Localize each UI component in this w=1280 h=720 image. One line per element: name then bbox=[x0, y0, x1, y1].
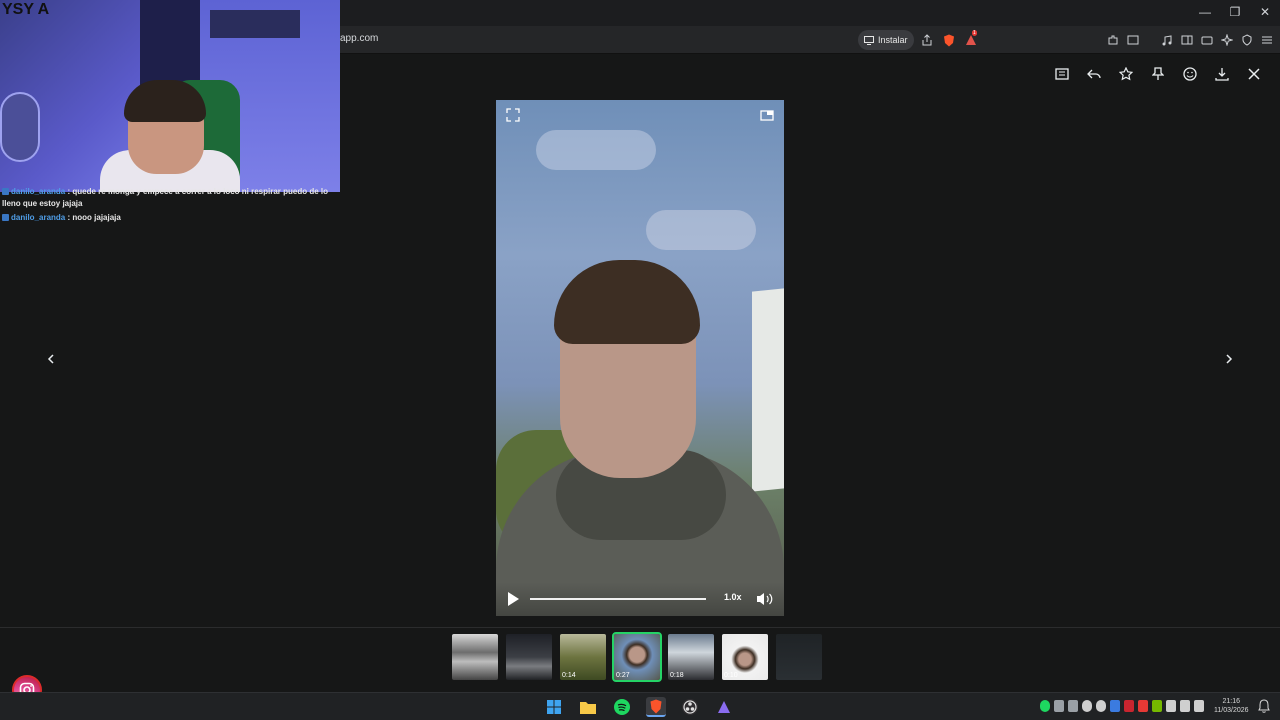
media-thumbnails: 0:14 0:27 0:18 0:10 bbox=[452, 632, 822, 682]
next-media-button[interactable] bbox=[1218, 348, 1240, 370]
playback-speed-button[interactable]: 1.0x bbox=[724, 592, 742, 602]
tray-icon[interactable] bbox=[1054, 700, 1064, 712]
brave-browser-icon[interactable] bbox=[646, 697, 666, 717]
video-duration: 0:27 bbox=[616, 672, 630, 679]
tray-icon[interactable] bbox=[1110, 700, 1120, 712]
media-thumbnail[interactable] bbox=[506, 634, 552, 680]
previous-media-button[interactable] bbox=[40, 348, 62, 370]
spotify-icon[interactable] bbox=[612, 697, 632, 717]
leo-ai-icon[interactable] bbox=[1220, 30, 1234, 50]
media-thumbnail[interactable] bbox=[776, 634, 822, 680]
brave-rewards-icon[interactable]: 1 bbox=[964, 30, 978, 50]
monitor-icon bbox=[864, 35, 874, 45]
chat-username: danilo_aranda bbox=[11, 187, 66, 196]
webcam-overlay: YSY A bbox=[0, 0, 340, 192]
windows-taskbar: 21:16 11/03/2026 bbox=[0, 692, 1280, 720]
pin-icon[interactable] bbox=[1148, 64, 1168, 84]
media-thumbnail-active[interactable]: 0:27 bbox=[612, 632, 662, 682]
video-player[interactable]: 1.0x bbox=[496, 100, 784, 616]
windows-start-icon[interactable] bbox=[544, 697, 564, 717]
video-duration: 0:14 bbox=[562, 672, 576, 679]
picture-in-picture-icon[interactable] bbox=[760, 108, 774, 122]
share-icon[interactable] bbox=[920, 30, 934, 50]
media-thumbnail[interactable]: 0:18 bbox=[668, 634, 714, 680]
menu-icon[interactable] bbox=[1260, 30, 1274, 50]
video-duration: 0:10 bbox=[724, 672, 738, 679]
battery-icon[interactable] bbox=[1194, 700, 1204, 712]
wallet-icon[interactable] bbox=[1200, 30, 1214, 50]
reply-icon[interactable] bbox=[1084, 64, 1104, 84]
tray-icon[interactable] bbox=[1124, 700, 1134, 712]
restore-icon[interactable]: ❐ bbox=[1226, 3, 1244, 21]
chat-badge-icon bbox=[2, 188, 9, 195]
clock-time: 21:16 bbox=[1222, 698, 1241, 705]
notifications-icon[interactable] bbox=[1258, 699, 1270, 713]
taskbar-clock[interactable]: 21:16 11/03/2026 bbox=[1214, 697, 1249, 715]
chevron-left-icon bbox=[47, 354, 54, 364]
app-icon[interactable] bbox=[714, 697, 734, 717]
stream-chat: danilo_aranda : quede re monga y empece … bbox=[2, 186, 332, 224]
message-icon[interactable] bbox=[1052, 64, 1072, 84]
tray-icon[interactable] bbox=[1152, 700, 1162, 712]
chat-message: danilo_aranda : quede re monga y empece … bbox=[2, 186, 332, 210]
chat-badge-icon bbox=[2, 214, 9, 221]
tray-discord-icon[interactable] bbox=[1068, 700, 1078, 712]
fan-decor bbox=[0, 92, 40, 162]
install-button[interactable]: Instalar bbox=[858, 30, 914, 50]
tray-icon[interactable] bbox=[1138, 700, 1148, 712]
chat-message: danilo_aranda : nooo jajajaja bbox=[2, 212, 332, 224]
divider bbox=[0, 627, 1280, 628]
tab-search-icon[interactable] bbox=[1126, 30, 1140, 50]
notification-badge: 1 bbox=[972, 30, 977, 36]
brave-shield-icon[interactable] bbox=[942, 30, 956, 50]
video-controls: 1.0x bbox=[496, 582, 784, 616]
vpn-icon[interactable] bbox=[1240, 30, 1254, 50]
chat-username: danilo_aranda bbox=[11, 213, 66, 222]
chevron-right-icon bbox=[1226, 354, 1233, 364]
minimize-icon[interactable]: — bbox=[1196, 3, 1214, 21]
media-thumbnail[interactable]: 0:10 bbox=[722, 634, 768, 680]
obs-icon[interactable] bbox=[680, 697, 700, 717]
play-icon bbox=[508, 592, 519, 606]
media-thumbnail[interactable]: 0:14 bbox=[560, 634, 606, 680]
fullscreen-icon[interactable] bbox=[506, 108, 520, 122]
play-button[interactable] bbox=[506, 591, 520, 607]
tray-spotify-icon[interactable] bbox=[1040, 700, 1050, 712]
sidebar-icon[interactable] bbox=[1180, 30, 1194, 50]
close-window-icon[interactable]: ✕ bbox=[1256, 3, 1274, 21]
music-icon[interactable] bbox=[1160, 30, 1174, 50]
video-progress-bar[interactable] bbox=[530, 598, 706, 600]
system-tray bbox=[1040, 700, 1204, 712]
chat-text: : nooo jajajaja bbox=[67, 213, 121, 222]
media-thumbnail[interactable] bbox=[452, 634, 498, 680]
clock-date: 11/03/2026 bbox=[1214, 707, 1249, 714]
tray-icon[interactable] bbox=[1096, 700, 1106, 712]
video-duration: 0:18 bbox=[670, 672, 684, 679]
screen: — ❐ ✕ app.com Instalar 1 YSY A danilo_ar… bbox=[0, 0, 1280, 720]
extensions-icon[interactable] bbox=[1106, 30, 1120, 50]
network-icon[interactable] bbox=[1166, 700, 1176, 712]
emoji-icon[interactable] bbox=[1180, 64, 1200, 84]
install-label: Instalar bbox=[878, 35, 908, 45]
media-viewer-toolbar bbox=[1052, 64, 1264, 84]
volume-icon[interactable] bbox=[756, 591, 774, 607]
stream-logo: YSY A bbox=[2, 1, 50, 18]
star-icon[interactable] bbox=[1116, 64, 1136, 84]
url-text[interactable]: app.com bbox=[340, 33, 378, 44]
file-explorer-icon[interactable] bbox=[578, 697, 598, 717]
close-icon[interactable] bbox=[1244, 64, 1264, 84]
download-icon[interactable] bbox=[1212, 64, 1232, 84]
volume-tray-icon[interactable] bbox=[1180, 700, 1190, 712]
tray-icon[interactable] bbox=[1082, 700, 1092, 712]
